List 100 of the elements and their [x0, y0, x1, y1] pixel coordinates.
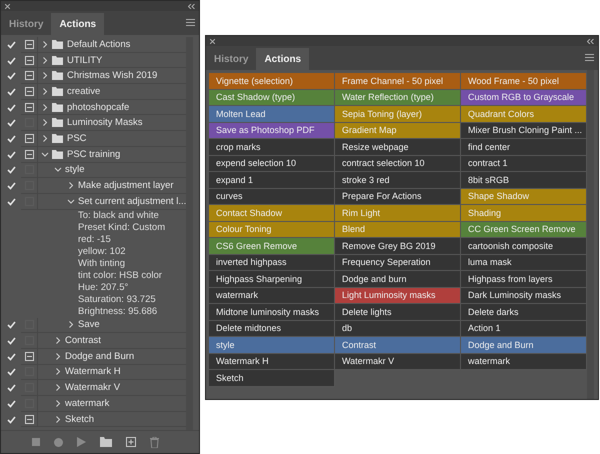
scrollbar[interactable] [587, 70, 594, 399]
action-button[interactable]: Dodge and Burn [461, 337, 587, 354]
chevron-icon[interactable] [42, 151, 48, 158]
action-button[interactable]: Water Reflection (type) [335, 90, 461, 106]
action-button[interactable]: Dodge and burn [335, 271, 461, 288]
action-button[interactable]: contract selection 10 [335, 156, 461, 172]
panel-tab[interactable]: Actions [51, 13, 104, 35]
close-icon[interactable] [210, 38, 215, 44]
action-button[interactable]: cartoonish composite [461, 238, 587, 254]
check-icon[interactable] [6, 134, 16, 143]
action-set-name[interactable]: PSC training [67, 148, 120, 160]
action-button[interactable]: Action 1 [461, 320, 587, 337]
action-button[interactable]: luma mask [461, 254, 587, 271]
action-set-name[interactable]: Christmas Wish 2019 [67, 70, 158, 82]
action-button[interactable]: Midtone luminosity masks [209, 304, 335, 320]
check-icon[interactable] [6, 72, 16, 80]
action-button[interactable]: Watermark H [209, 354, 335, 370]
action-button[interactable]: CS6 Green Remove [209, 238, 335, 254]
action-name[interactable]: Dodge and Burn [65, 350, 134, 362]
action-button[interactable]: Shading [461, 205, 587, 222]
chevron-icon[interactable] [68, 182, 74, 190]
action-button[interactable]: Highpass from layers [461, 271, 587, 288]
action-button[interactable]: Mixer Brush Cloning Paint ... [461, 122, 587, 139]
action-button[interactable]: Vignette (selection) [209, 73, 335, 90]
action-button[interactable]: Highpass Sharpening [209, 271, 335, 288]
action-button[interactable]: find center [461, 139, 587, 156]
check-icon[interactable] [6, 368, 16, 376]
action-button[interactable]: watermark [461, 354, 587, 370]
action-button[interactable]: Watermakr V [335, 354, 461, 370]
action-button[interactable]: watermark [209, 288, 335, 304]
action-set-name[interactable]: photoshopcafe [67, 102, 130, 113]
panel-tab[interactable]: History [1, 13, 52, 35]
check-icon[interactable] [6, 150, 16, 159]
action-set-name[interactable]: Luminosity Masks [67, 117, 142, 128]
menu-icon[interactable] [585, 54, 594, 61]
action-button[interactable]: Custom RGB to Grayscale [461, 90, 587, 106]
step-name[interactable]: Save [78, 319, 100, 330]
check-icon[interactable] [6, 104, 16, 112]
panel-tab[interactable]: Actions [256, 48, 310, 70]
chevron-icon[interactable] [42, 88, 48, 95]
chevron-icon[interactable] [54, 166, 62, 173]
action-button[interactable]: db [335, 320, 461, 337]
action-button[interactable]: Sketch [209, 370, 335, 386]
chevron-icon[interactable] [42, 40, 48, 48]
chevron-icon[interactable] [68, 321, 74, 328]
check-icon[interactable] [6, 384, 16, 392]
action-button[interactable]: expand 1 [209, 172, 335, 188]
action-button[interactable]: expend selection 10 [209, 156, 335, 172]
action-name[interactable]: Sketch [65, 414, 94, 425]
action-button[interactable]: Cast Shadow (type) [209, 90, 335, 106]
action-name[interactable]: Contrast [65, 335, 101, 346]
action-button[interactable]: Dark Luminosity masks [461, 288, 587, 304]
action-button[interactable]: Resize webpage [335, 139, 461, 156]
check-icon[interactable] [6, 321, 16, 330]
check-icon[interactable] [6, 416, 16, 424]
action-name[interactable]: Watermakr V [65, 382, 120, 394]
check-icon[interactable] [6, 198, 16, 206]
chevron-icon[interactable] [55, 337, 61, 344]
chevron-icon[interactable] [42, 119, 48, 126]
action-button[interactable]: Frequency Seperation [335, 254, 461, 271]
action-button[interactable]: Molten Lead [209, 106, 335, 122]
action-set-name[interactable]: Default Actions [67, 38, 130, 50]
check-icon[interactable] [6, 40, 16, 49]
collapse-icon[interactable] [587, 38, 594, 44]
check-icon[interactable] [6, 182, 16, 190]
action-set-name[interactable]: creative [67, 86, 100, 97]
action-button[interactable]: Delete midtones [209, 320, 335, 337]
step-name[interactable]: Make adjustment layer [78, 180, 174, 192]
check-icon[interactable] [6, 88, 16, 96]
action-button[interactable]: Save as Photoshop PDF [209, 122, 335, 139]
chevron-icon[interactable] [42, 104, 48, 111]
chevron-icon[interactable] [42, 72, 48, 80]
chevron-icon[interactable] [55, 416, 61, 423]
action-button[interactable]: Delete darks [461, 304, 587, 320]
check-icon[interactable] [6, 166, 16, 174]
check-icon[interactable] [6, 400, 16, 408]
chevron-icon[interactable] [55, 400, 61, 407]
chevron-icon[interactable] [55, 384, 61, 392]
action-button[interactable]: 8bit sRGB [461, 172, 587, 188]
panel-tab[interactable]: History [206, 48, 256, 70]
action-button[interactable]: Remove Grey BG 2019 [335, 238, 461, 254]
action-button[interactable]: curves [209, 188, 335, 205]
action-button[interactable]: CC Green Screen Remove [461, 222, 587, 238]
action-button[interactable]: Rim Light [335, 205, 461, 222]
action-button[interactable]: Contrast [335, 337, 461, 354]
chevron-icon[interactable] [42, 134, 48, 142]
action-button[interactable]: Frame Channel - 50 pixel [335, 73, 461, 90]
chevron-icon[interactable] [55, 368, 61, 376]
action-button[interactable]: style [209, 337, 335, 354]
chevron-icon[interactable] [68, 198, 74, 204]
collapse-icon[interactable] [188, 4, 195, 8]
action-button[interactable]: inverted highpass [209, 254, 335, 271]
chevron-icon[interactable] [42, 56, 48, 64]
action-button[interactable]: Delete lights [335, 304, 461, 320]
action-button[interactable]: Prepare For Actions [335, 188, 461, 205]
new-action-icon[interactable] [126, 437, 136, 447]
check-icon[interactable] [6, 119, 16, 128]
check-icon[interactable] [6, 352, 16, 361]
action-button[interactable]: crop marks [209, 139, 335, 156]
chevron-icon[interactable] [55, 352, 61, 360]
